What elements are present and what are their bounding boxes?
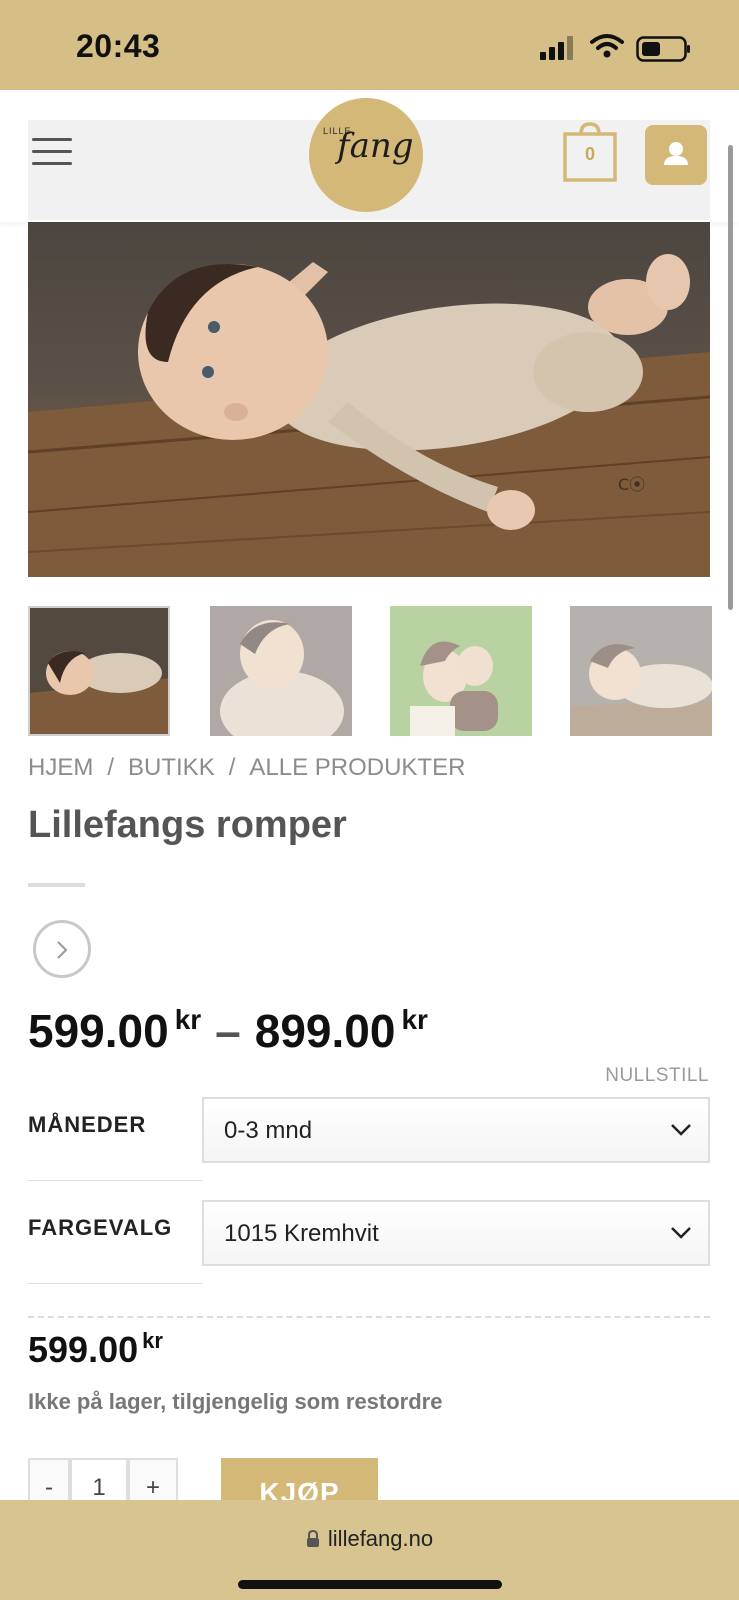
home-indicator[interactable]: [238, 1580, 502, 1589]
cellular-signal-icon: [540, 36, 573, 60]
account-button[interactable]: [645, 125, 707, 185]
breadcrumb-home[interactable]: HJEM: [28, 754, 93, 781]
next-product-button[interactable]: [33, 920, 91, 978]
cart-button[interactable]: 0: [563, 122, 617, 182]
browser-address-bar: lillefang.no: [0, 1500, 739, 1600]
site-logo[interactable]: LILLE fang: [309, 98, 423, 212]
url-field[interactable]: lillefang.no: [0, 1526, 739, 1552]
color-select-value: 1015 Kremhvit: [224, 1220, 379, 1247]
reset-variations-link[interactable]: NULLSTILL: [605, 1065, 709, 1087]
url-text: lillefang.no: [327, 1526, 434, 1551]
months-select-value: 0-3 mnd: [224, 1117, 313, 1144]
product-thumbnail-4[interactable]: [570, 606, 712, 736]
variant-price: 599.00 kr: [28, 1328, 163, 1371]
variation-label-color: FARGEVALG: [28, 1215, 173, 1240]
color-select[interactable]: 1015 Kremhvit: [202, 1200, 710, 1266]
price-max: 899.00: [254, 1005, 396, 1057]
currency-label: kr: [401, 1004, 428, 1035]
product-title: Lillefangs romper: [28, 804, 347, 846]
price-range: 599.00 kr –899.00 kr: [28, 1004, 428, 1058]
battery-icon: [636, 36, 690, 62]
product-thumbnail-1[interactable]: [28, 606, 170, 736]
chevron-down-icon: [671, 1124, 691, 1136]
logo-script-text: fang: [337, 126, 414, 166]
breadcrumb-shop[interactable]: BUTIKK: [128, 754, 215, 781]
chevron-down-icon: [671, 1227, 691, 1239]
row-divider: [28, 1180, 202, 1181]
currency-label: kr: [142, 1328, 163, 1353]
chevron-right-icon: [57, 941, 68, 959]
status-time: 20:43: [76, 28, 161, 64]
row-divider: [28, 1283, 202, 1284]
variation-label-months: MÅNEDER: [28, 1112, 147, 1137]
baby-photo-illustration: C⦿: [28, 254, 710, 577]
months-select[interactable]: 0-3 mnd: [202, 1097, 710, 1163]
status-bar: 20:43: [0, 0, 739, 90]
stock-status: Ikke på lager, tilgjengelig som restordr…: [28, 1389, 443, 1414]
product-main-image[interactable]: C⦿: [28, 222, 710, 577]
wifi-icon: [590, 34, 624, 58]
hamburger-menu-icon[interactable]: [32, 138, 72, 168]
dashed-separator: [28, 1316, 710, 1318]
cart-count: 0: [584, 144, 595, 164]
lock-icon: [306, 1529, 319, 1547]
breadcrumb: HJEM / BUTIKK / ALLE PRODUKTER: [28, 754, 465, 782]
page-scrollbar[interactable]: [728, 145, 733, 610]
svg-text:C⦿: C⦿: [618, 475, 645, 494]
price-dash: –: [215, 1005, 241, 1057]
price-min: 599.00: [28, 1005, 169, 1057]
currency-label: kr: [174, 1004, 202, 1035]
site-header: LILLE fang 0: [0, 90, 739, 222]
variant-price-value: 599.00: [28, 1329, 139, 1370]
product-thumbnail-3[interactable]: [390, 606, 532, 736]
user-icon: [664, 142, 688, 165]
title-divider: [28, 883, 85, 887]
product-thumbnail-2[interactable]: [210, 606, 352, 736]
breadcrumb-separator: /: [228, 754, 236, 781]
breadcrumb-category[interactable]: ALLE PRODUKTER: [249, 754, 465, 781]
breadcrumb-separator: /: [107, 754, 115, 781]
